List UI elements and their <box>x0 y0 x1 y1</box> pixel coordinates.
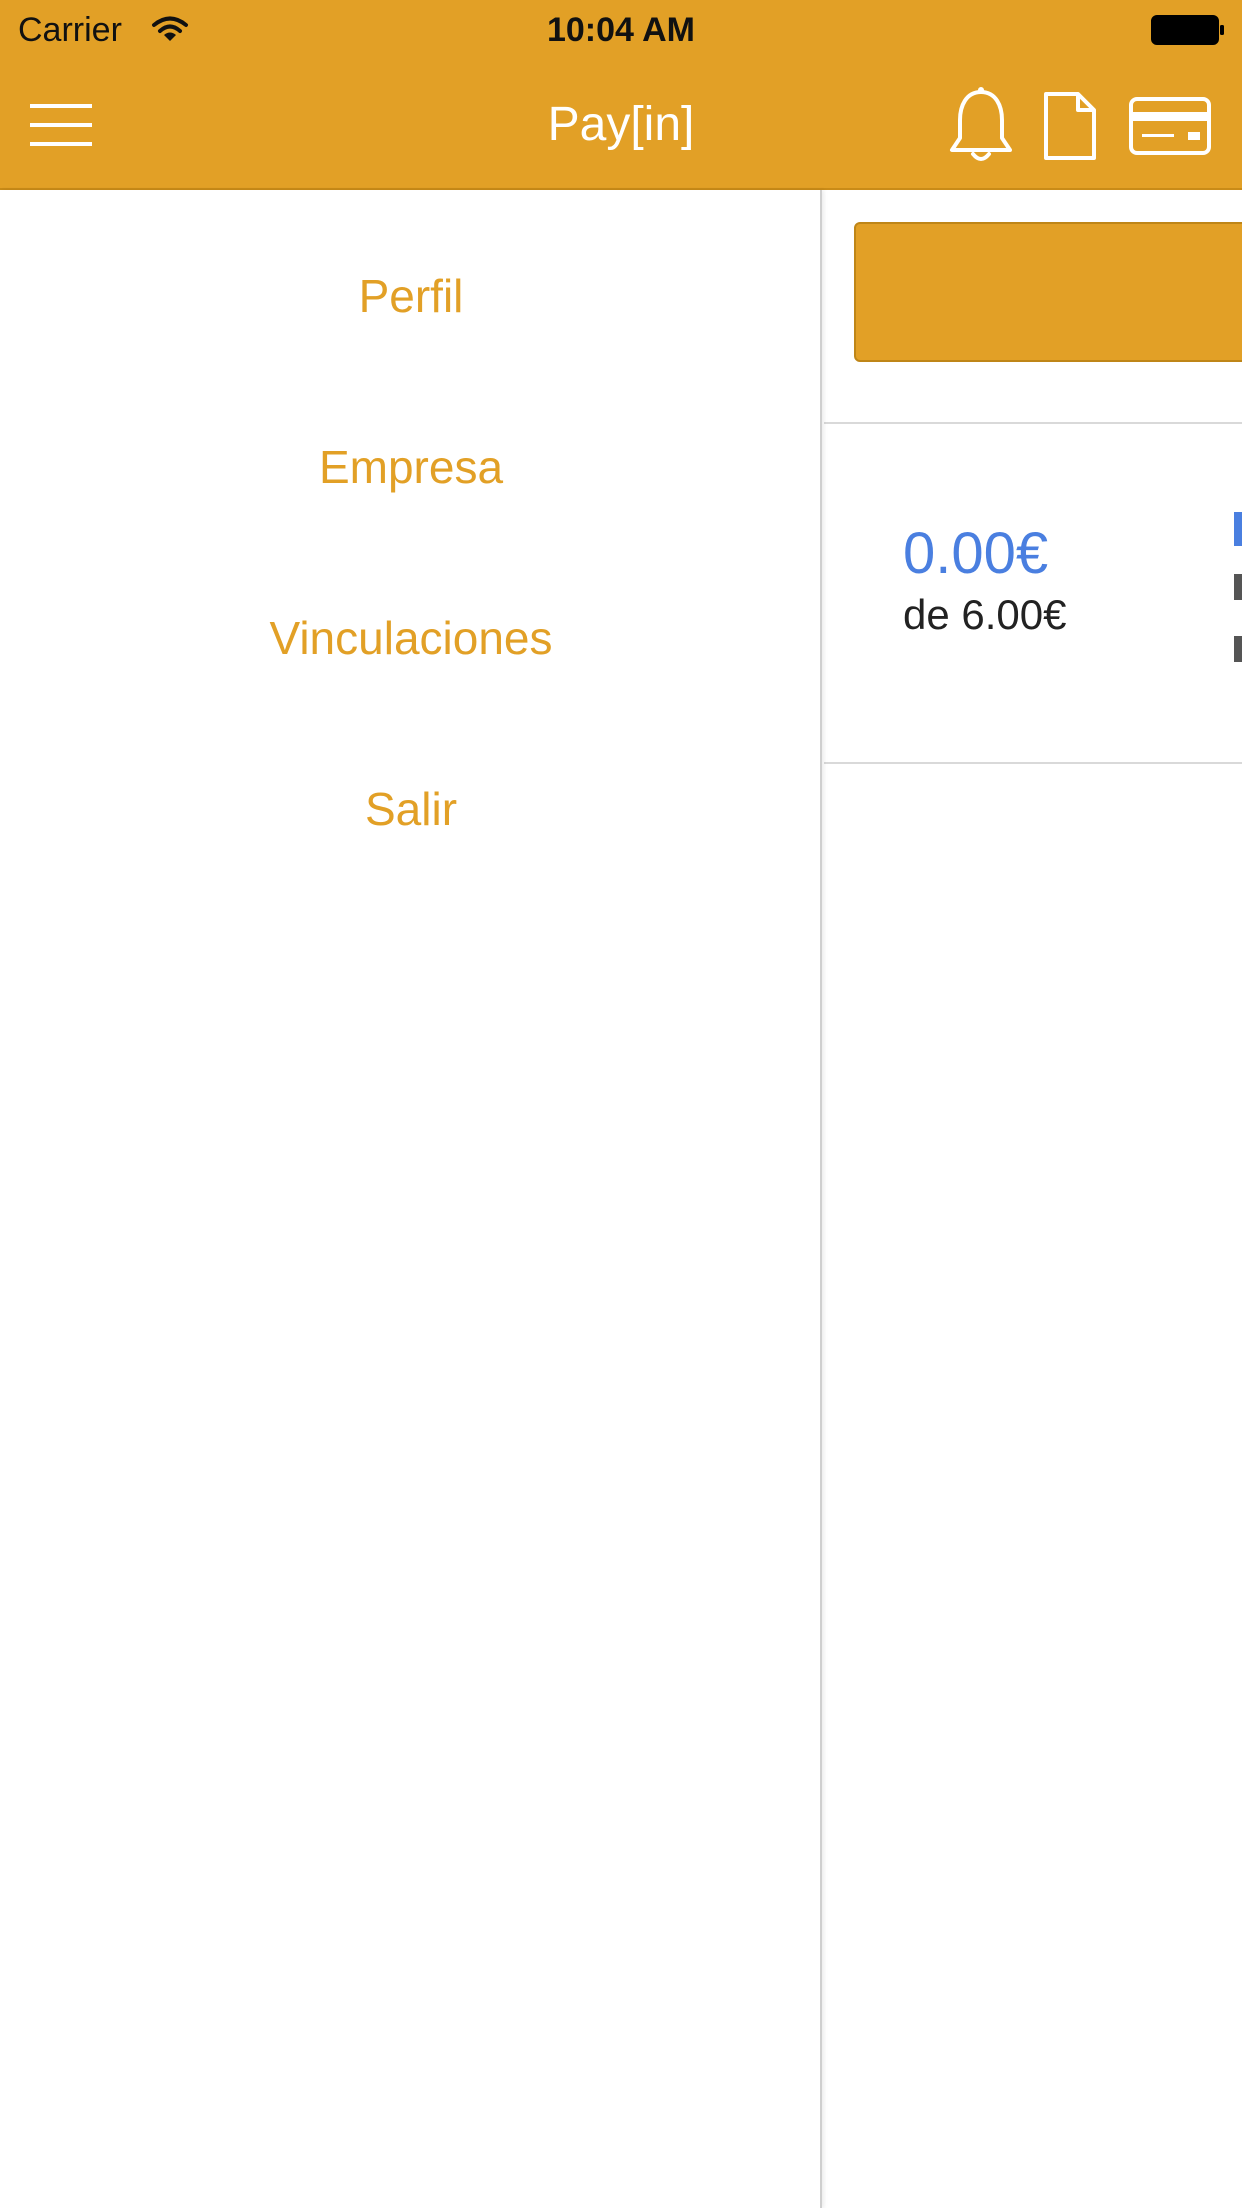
balance-amount: 0.00€ <box>903 521 1049 586</box>
main-content: 0.00€ de 6.00€ <box>824 190 1242 2208</box>
card-icon[interactable] <box>1128 96 1212 156</box>
menu-item-salir[interactable]: Salir <box>0 759 822 859</box>
status-time: 10:04 AM <box>546 11 696 49</box>
document-icon[interactable] <box>1042 90 1098 162</box>
app-screen: Carrier 10:04 AM Pay[in] Perfil Empresa … <box>0 0 1242 2208</box>
clipped-text-fragment <box>1234 574 1242 600</box>
side-menu: Perfil Empresa Vinculaciones Salir <box>0 190 822 2208</box>
bell-icon[interactable] <box>946 86 1016 166</box>
balance-total: de 6.00€ <box>903 591 1067 638</box>
menu-item-empresa[interactable]: Empresa <box>0 417 822 517</box>
menu-item-perfil[interactable]: Perfil <box>0 246 822 346</box>
battery-icon <box>1151 15 1224 45</box>
primary-action-button[interactable] <box>854 222 1242 362</box>
divider <box>824 762 1242 764</box>
divider <box>824 422 1242 424</box>
menu-item-vinculaciones[interactable]: Vinculaciones <box>0 588 822 688</box>
top-bar: Carrier 10:04 AM Pay[in] <box>0 0 1242 190</box>
clipped-text-fragment <box>1234 512 1242 546</box>
clipped-text-fragment <box>1234 636 1242 662</box>
